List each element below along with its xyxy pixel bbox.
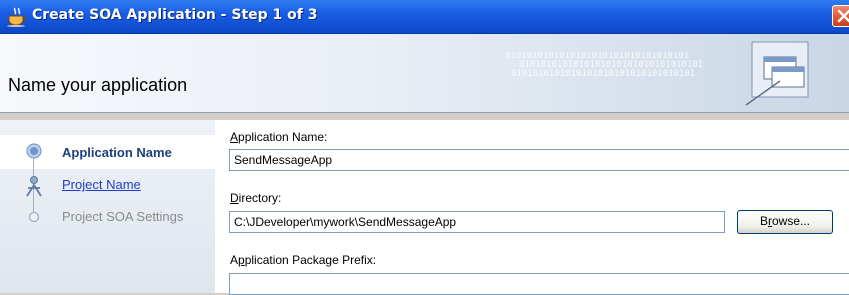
directory-label: Directory: xyxy=(230,191,282,205)
application-name-label: Application Name: xyxy=(230,130,328,144)
wizard-steps-panel: Application Name Project Name Project SO… xyxy=(0,120,215,293)
application-windows-icon xyxy=(742,39,812,107)
browse-button[interactable]: Browse... xyxy=(737,210,833,234)
current-step-marker-icon xyxy=(26,143,42,162)
application-name-input[interactable] xyxy=(229,149,849,171)
wizard-header: 0101010101010101010101010101010101 01010… xyxy=(0,34,849,113)
wizard-step-title: Name your application xyxy=(8,75,188,95)
step-person-icon xyxy=(25,175,43,200)
binary-pattern-decoration: 0101010101010101010101010101010101 01010… xyxy=(505,52,704,79)
step-application-name: Application Name xyxy=(62,145,172,160)
window-title: Create SOA Application - Step 1 of 3 xyxy=(32,7,318,23)
package-prefix-label: Application Package Prefix: xyxy=(230,253,377,267)
coffee-cup-icon xyxy=(6,7,28,27)
close-button[interactable] xyxy=(832,5,849,27)
application-form: Application Name: Directory: Browse... A… xyxy=(215,120,849,295)
step-project-name-link[interactable]: Project Name xyxy=(62,177,141,192)
step-project-soa-settings: Project SOA Settings xyxy=(62,209,184,224)
directory-input[interactable] xyxy=(229,211,725,233)
title-bar[interactable]: Create SOA Application - Step 1 of 3 xyxy=(0,0,849,34)
step-pending-marker-icon xyxy=(28,211,40,226)
close-icon xyxy=(837,9,849,23)
package-prefix-input[interactable] xyxy=(229,273,849,295)
